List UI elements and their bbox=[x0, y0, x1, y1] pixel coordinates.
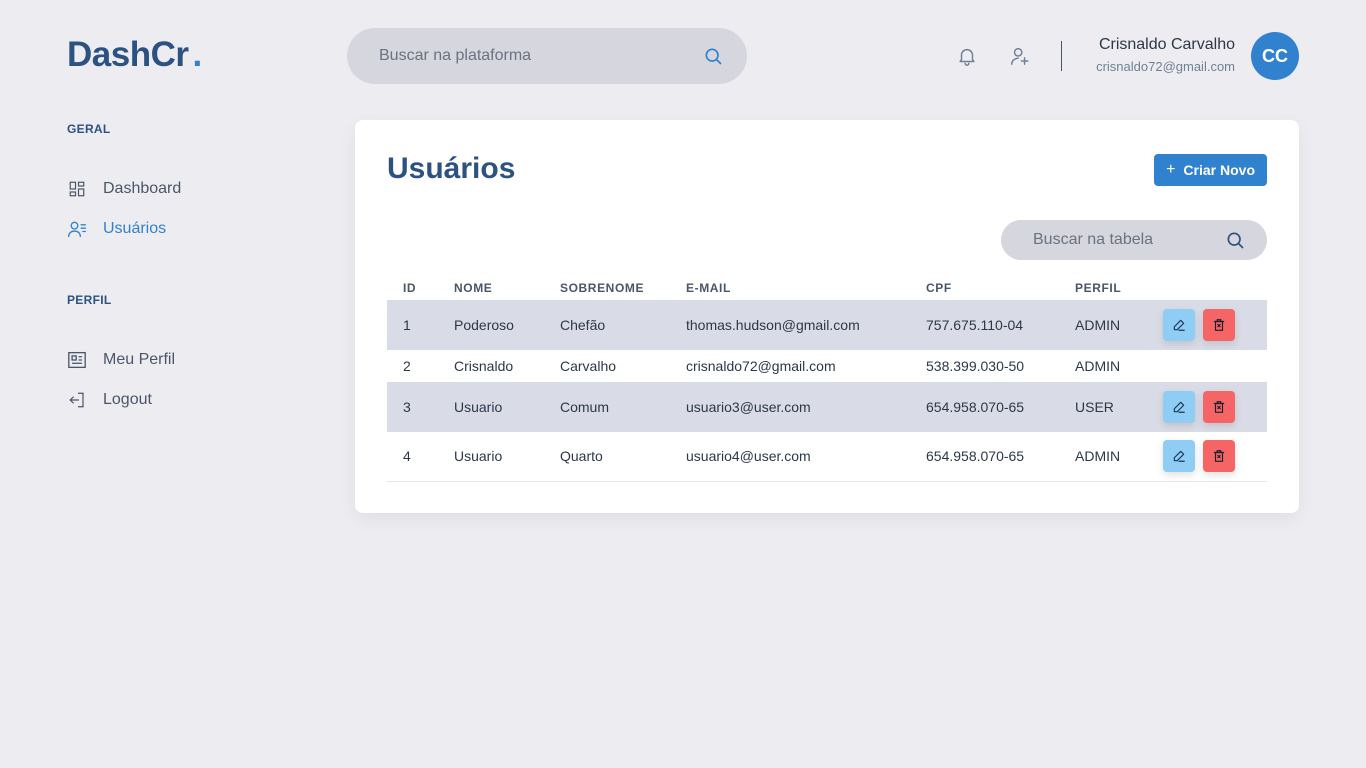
sidebar-section-geral-title: GERAL bbox=[67, 122, 111, 136]
cell-sobrenome: Chefão bbox=[544, 300, 670, 350]
edit-button[interactable] bbox=[1163, 391, 1195, 423]
column-header-cpf[interactable]: CPF bbox=[910, 276, 1059, 300]
delete-button[interactable] bbox=[1203, 391, 1235, 423]
cell-nome: Poderoso bbox=[438, 300, 544, 350]
cell-actions bbox=[1147, 350, 1267, 382]
dashboard-icon bbox=[67, 179, 87, 199]
cell-actions bbox=[1147, 382, 1267, 432]
cell-perfil: USER bbox=[1059, 382, 1147, 432]
avatar[interactable]: CC bbox=[1251, 32, 1299, 80]
sidebar-item-dashboard[interactable]: Dashboard bbox=[67, 169, 287, 209]
header-divider bbox=[1061, 41, 1062, 71]
column-header-id[interactable]: ID bbox=[387, 276, 438, 300]
brand-dot: . bbox=[192, 35, 202, 74]
column-header-nome[interactable]: NOME bbox=[438, 276, 544, 300]
users-icon bbox=[67, 219, 87, 239]
edit-pencil-icon bbox=[1172, 318, 1186, 332]
sidebar-section-perfil-title: PERFIL bbox=[67, 293, 112, 307]
cell-sobrenome: Comum bbox=[544, 382, 670, 432]
page-title: Usuários bbox=[387, 152, 516, 185]
logout-icon bbox=[67, 390, 87, 410]
notifications-bell-icon[interactable] bbox=[955, 44, 979, 68]
sidebar-item-label: Logout bbox=[103, 391, 152, 408]
cell-id: 4 bbox=[387, 432, 438, 482]
column-header-email[interactable]: E-MAIL bbox=[670, 276, 910, 300]
add-user-icon[interactable] bbox=[1008, 44, 1032, 68]
user-name: Crisnaldo Carvalho bbox=[1098, 36, 1235, 53]
cell-cpf: 654.958.070-65 bbox=[910, 382, 1059, 432]
cell-cpf: 757.675.110-04 bbox=[910, 300, 1059, 350]
trash-icon bbox=[1212, 449, 1226, 463]
brand-logo[interactable]: DashCr. bbox=[67, 35, 202, 75]
sidebar-item-label: Usuários bbox=[103, 220, 167, 237]
edit-pencil-icon bbox=[1172, 449, 1186, 463]
cell-sobrenome: Quarto bbox=[544, 432, 670, 482]
edit-button[interactable] bbox=[1163, 440, 1195, 473]
profile-icon bbox=[67, 350, 87, 370]
cell-perfil: ADMIN bbox=[1059, 300, 1147, 350]
table-row: 2 Crisnaldo Carvalho crisnaldo72@gmail.c… bbox=[387, 350, 1267, 382]
users-card: Usuários + Criar Novo ID NOME SOBRENOME … bbox=[355, 120, 1299, 513]
cell-perfil: ADMIN bbox=[1059, 432, 1147, 482]
sidebar-item-logout[interactable]: Logout bbox=[67, 380, 287, 420]
edit-button[interactable] bbox=[1163, 309, 1195, 341]
cell-perfil: ADMIN bbox=[1075, 358, 1121, 374]
user-email: crisnaldo72@gmail.com bbox=[1096, 59, 1235, 74]
column-header-perfil[interactable]: PERFIL bbox=[1059, 276, 1147, 300]
column-header-sobrenome[interactable]: SOBRENOME bbox=[544, 276, 670, 300]
cell-email: thomas.hudson@gmail.com bbox=[670, 300, 910, 350]
table-row: 3 Usuario Comum usuario3@user.com 654.95… bbox=[387, 382, 1267, 432]
trash-icon bbox=[1212, 400, 1226, 414]
users-table: ID NOME SOBRENOME E-MAIL CPF PERFIL 1 Po… bbox=[387, 276, 1267, 482]
platform-search-input[interactable] bbox=[379, 47, 703, 65]
table-header-row: ID NOME SOBRENOME E-MAIL CPF PERFIL bbox=[387, 276, 1267, 300]
sidebar-item-label: Meu Perfil bbox=[103, 351, 176, 368]
cell-id: 2 bbox=[403, 358, 411, 374]
cell-email: usuario3@user.com bbox=[670, 382, 910, 432]
cell-cpf: 654.958.070-65 bbox=[910, 432, 1059, 482]
delete-button[interactable] bbox=[1203, 309, 1235, 341]
app-root: DashCr. Crisnaldo Carvalho crisnaldo72@g… bbox=[0, 0, 1366, 768]
cell-actions bbox=[1147, 300, 1267, 350]
brand-name: DashCr bbox=[67, 35, 189, 74]
cell-id: 1 bbox=[387, 300, 438, 350]
sidebar-item-label: Dashboard bbox=[103, 180, 182, 197]
table-row: 4 Usuario Quarto usuario4@user.com 654.9… bbox=[387, 432, 1267, 482]
cell-email: crisnaldo72@gmail.com bbox=[686, 358, 836, 374]
edit-pencil-icon bbox=[1172, 400, 1186, 414]
cell-sobrenome: Carvalho bbox=[560, 358, 617, 374]
search-icon[interactable] bbox=[1225, 230, 1245, 250]
cell-email: usuario4@user.com bbox=[670, 432, 910, 482]
search-icon[interactable] bbox=[703, 46, 723, 66]
platform-search bbox=[347, 28, 747, 84]
cell-id: 3 bbox=[387, 382, 438, 432]
plus-icon: + bbox=[1166, 161, 1176, 178]
sidebar: GERAL Dashboard Usuários PERFIL Meu Perf… bbox=[67, 122, 287, 420]
column-header-actions bbox=[1147, 276, 1267, 300]
cell-nome: Usuario bbox=[438, 382, 544, 432]
cell-actions bbox=[1147, 432, 1267, 482]
trash-icon bbox=[1212, 318, 1226, 332]
sidebar-item-meu-perfil[interactable]: Meu Perfil bbox=[67, 340, 287, 380]
table-search-input[interactable] bbox=[1033, 231, 1225, 249]
cell-cpf: 538.399.030-50 bbox=[926, 358, 1025, 374]
table-row: 1 Poderoso Chefão thomas.hudson@gmail.co… bbox=[387, 300, 1267, 350]
user-info[interactable]: Crisnaldo Carvalho crisnaldo72@gmail.com bbox=[1096, 36, 1235, 74]
sidebar-item-usuarios[interactable]: Usuários bbox=[67, 209, 287, 249]
cell-nome: Crisnaldo bbox=[454, 358, 514, 374]
delete-button[interactable] bbox=[1203, 440, 1235, 473]
cell-nome: Usuario bbox=[438, 432, 544, 482]
create-new-label: Criar Novo bbox=[1183, 162, 1255, 178]
create-new-button[interactable]: + Criar Novo bbox=[1154, 154, 1267, 186]
table-search bbox=[1001, 220, 1267, 260]
